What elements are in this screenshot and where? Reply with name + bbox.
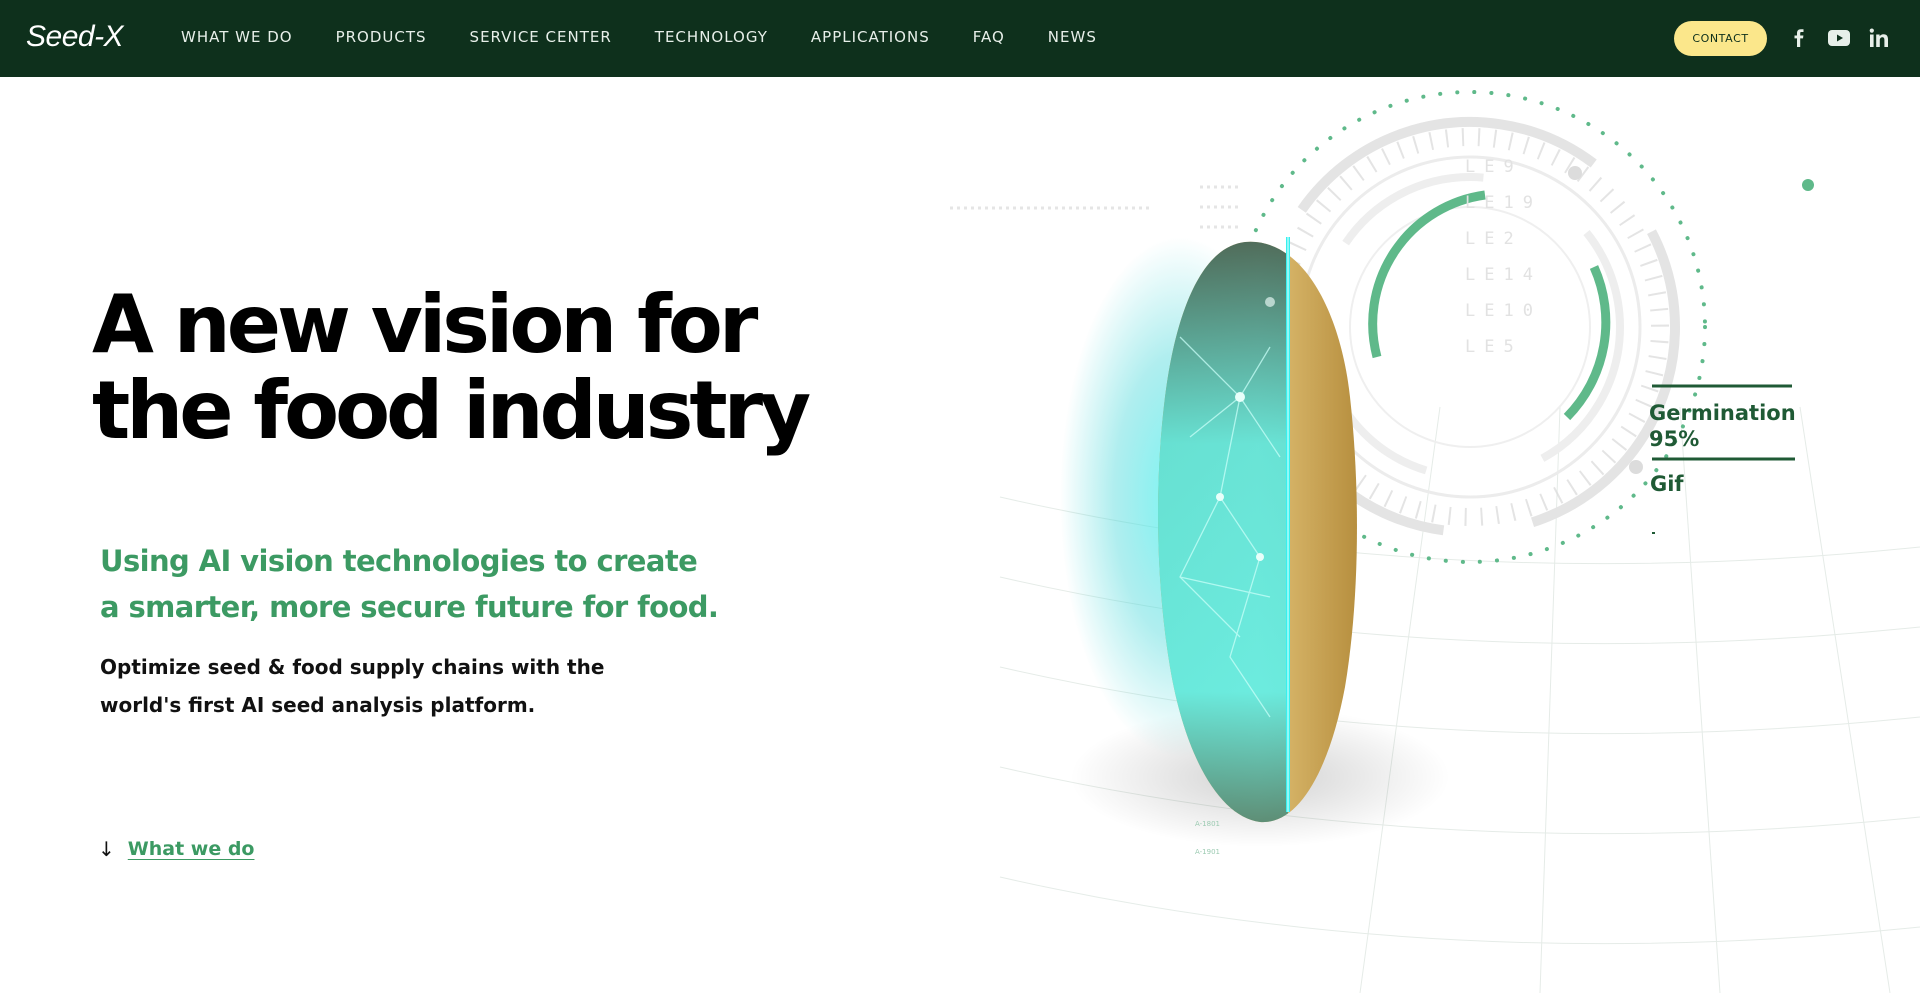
scan-codes: LE9 LE19 LE2 LE14 LE10 LE5 [1465, 157, 1542, 357]
arrow-down-icon: ↓ [98, 837, 115, 861]
nav-links: WHAT WE DO PRODUCTS SERVICE CENTER TECHN… [181, 28, 1140, 46]
facebook-icon[interactable] [1786, 24, 1812, 52]
svg-text:LE19: LE19 [1465, 193, 1542, 213]
hero-description-line-2: world's first AI seed analysis platform. [100, 693, 536, 717]
hero-title: A new vision for the food industry [92, 278, 811, 457]
hero-subtitle-line-2: a smarter, more secure future for food. [100, 590, 719, 624]
hero-subtitle-line-1: Using AI vision technologies to create [100, 544, 698, 578]
nav-link-faq[interactable]: FAQ [973, 28, 1005, 46]
youtube-icon[interactable] [1826, 24, 1852, 52]
nav-link-products[interactable]: PRODUCTS [336, 28, 427, 46]
nav-link-what-we-do[interactable]: WHAT WE DO [181, 28, 293, 46]
hero-description: Optimize seed & food supply chains with … [100, 648, 604, 724]
top-nav: Seed-X WHAT WE DO PRODUCTS SERVICE CENTE… [0, 0, 1920, 77]
svg-text:LE10: LE10 [1465, 301, 1542, 321]
svg-text:LE9: LE9 [1465, 157, 1523, 177]
what-we-do-label: What we do [127, 838, 255, 860]
contact-button[interactable]: CONTACT [1674, 21, 1767, 56]
hero-title-line-1: A new vision for [92, 278, 758, 371]
hero-subtitle: Using AI vision technologies to create a… [100, 538, 719, 630]
hero-description-line-1: Optimize seed & food supply chains with … [100, 655, 605, 679]
seedx-logo[interactable]: Seed-X [26, 20, 124, 54]
nav-link-service-center[interactable]: SERVICE CENTER [470, 28, 612, 46]
svg-text:A-1901: A-1901 [1195, 848, 1220, 856]
faint-code-strip [950, 185, 1240, 229]
germination-value: 95% [1649, 427, 1699, 451]
seed-scan-illustration: LE9 LE19 LE2 LE14 LE10 LE5 A-1801 A-1901… [940, 77, 1920, 993]
svg-text:LE2: LE2 [1465, 229, 1523, 249]
hero-title-line-2: the food industry [92, 364, 811, 457]
nav-link-applications[interactable]: APPLICATIONS [811, 28, 930, 46]
nav-link-technology[interactable]: TECHNOLOGY [655, 28, 768, 46]
svg-text:LE5: LE5 [1465, 337, 1523, 357]
gif-label: Gif [1650, 472, 1684, 496]
svg-text:LE14: LE14 [1465, 265, 1542, 285]
linkedin-icon[interactable] [1866, 24, 1892, 52]
seed-scan-graphic: LE9 LE19 LE2 LE14 LE10 LE5 A-1801 A-1901… [950, 90, 1920, 993]
what-we-do-link[interactable]: ↓ What we do [98, 838, 254, 860]
germination-label: Germination [1649, 401, 1796, 425]
nav-link-news[interactable]: NEWS [1048, 28, 1097, 46]
svg-text:A-1801: A-1801 [1195, 820, 1220, 828]
